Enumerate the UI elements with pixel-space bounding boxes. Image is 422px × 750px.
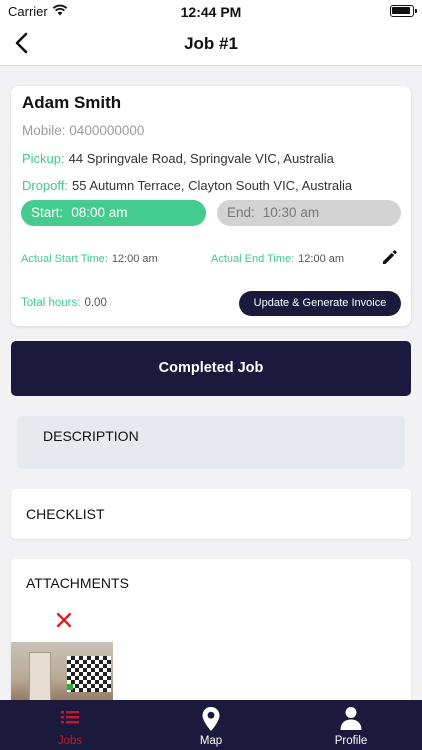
completed-job-button[interactable]: Completed Job [11,341,411,396]
checklist-title: CHECKLIST [26,506,105,522]
thumbnail-shelf-shape [29,652,51,704]
mobile-label: Mobile: [22,123,66,138]
tab-jobs[interactable]: Jobs [0,700,140,750]
total-hours-value: 0.00 [84,297,107,309]
tab-jobs-label: Jobs [57,735,83,747]
tab-map[interactable]: Map [141,700,281,750]
navigation-bar: Job #1 [0,24,422,66]
customer-name: Adam Smith [22,93,122,112]
map-pin-icon [199,705,223,738]
actual-start-value: 12:00 am [111,253,158,265]
edit-times-button[interactable] [380,247,402,269]
actual-start-label: Actual Start Time: [21,253,108,265]
clock-label: 12:44 PM [180,4,242,20]
person-icon [338,705,364,736]
list-icon [58,705,82,734]
dropoff-row: Dropoff: 55 Autumn Terrace, Clayton South… [22,178,352,193]
actual-end-value: 12:00 am [298,253,345,265]
mobile-row: Mobile: 0400000000 [22,123,144,138]
remove-attachment-icon[interactable] [54,610,74,630]
start-label: Start: [31,205,64,220]
mobile-value[interactable]: 0400000000 [69,123,144,138]
battery-icon [390,5,417,17]
actual-end-time: Actual End Time: 12:00 am [211,253,344,265]
description-section[interactable]: DESCRIPTION [17,416,405,469]
update-generate-invoice-button[interactable]: Update & Generate Invoice [239,291,401,316]
start-time-value: 08:00 am [71,205,128,220]
tab-profile-label: Profile [334,735,368,747]
tab-map-label: Map [199,735,223,747]
end-time-value: 10:30 am [262,205,320,220]
end-time-pill[interactable]: End: 10:30 am [217,200,401,226]
checklist-section[interactable]: CHECKLIST [11,489,411,539]
description-title: DESCRIPTION [43,428,139,444]
attachment-thumbnail[interactable] [11,642,113,704]
total-hours: Total hours: 0.00 [21,297,107,309]
total-hours-label: Total hours: [21,297,81,309]
pickup-address: 44 Springvale Road, Springvale VIC, Aust… [68,151,334,166]
dropoff-label: Dropoff: [22,178,69,193]
end-label: End: [227,205,255,220]
status-bar: Carrier 12:44 PM [0,0,422,24]
thumbnail-checkerboard-shape [67,656,111,692]
dropoff-address: 55 Autumn Terrace, Clayton South VIC, Au… [72,178,353,193]
tab-profile[interactable]: Profile [281,700,421,750]
attachments-title: ATTACHMENTS [26,575,129,591]
thumbnail-green-mark [67,684,73,690]
start-time-pill[interactable]: Start: 08:00 am [21,200,206,226]
pickup-label: Pickup: [22,151,65,166]
pencil-icon [380,250,400,271]
actual-start-time: Actual Start Time: 12:00 am [21,253,158,265]
tab-bar: Jobs Map Profile [0,700,422,750]
attachments-section: ATTACHMENTS [11,559,411,709]
page-title: Job #1 [184,34,238,53]
pickup-row: Pickup: 44 Springvale Road, Springvale VI… [22,151,334,166]
actual-end-label: Actual End Time: [211,253,295,265]
job-details-card: Adam Smith Mobile: 0400000000 Pickup: 44 … [11,86,411,326]
